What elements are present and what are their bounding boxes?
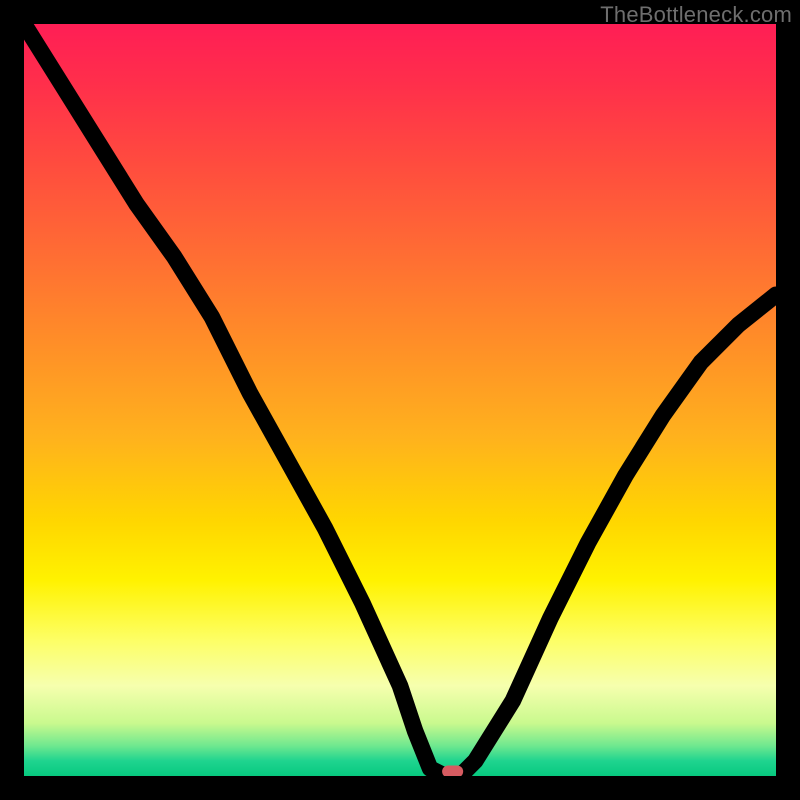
plot-area [24,24,776,776]
min-marker [442,765,463,776]
watermark-text: TheBottleneck.com [600,2,792,28]
chart-frame: TheBottleneck.com [0,0,800,800]
chart-svg [24,24,776,776]
bottleneck-curve [24,24,776,776]
